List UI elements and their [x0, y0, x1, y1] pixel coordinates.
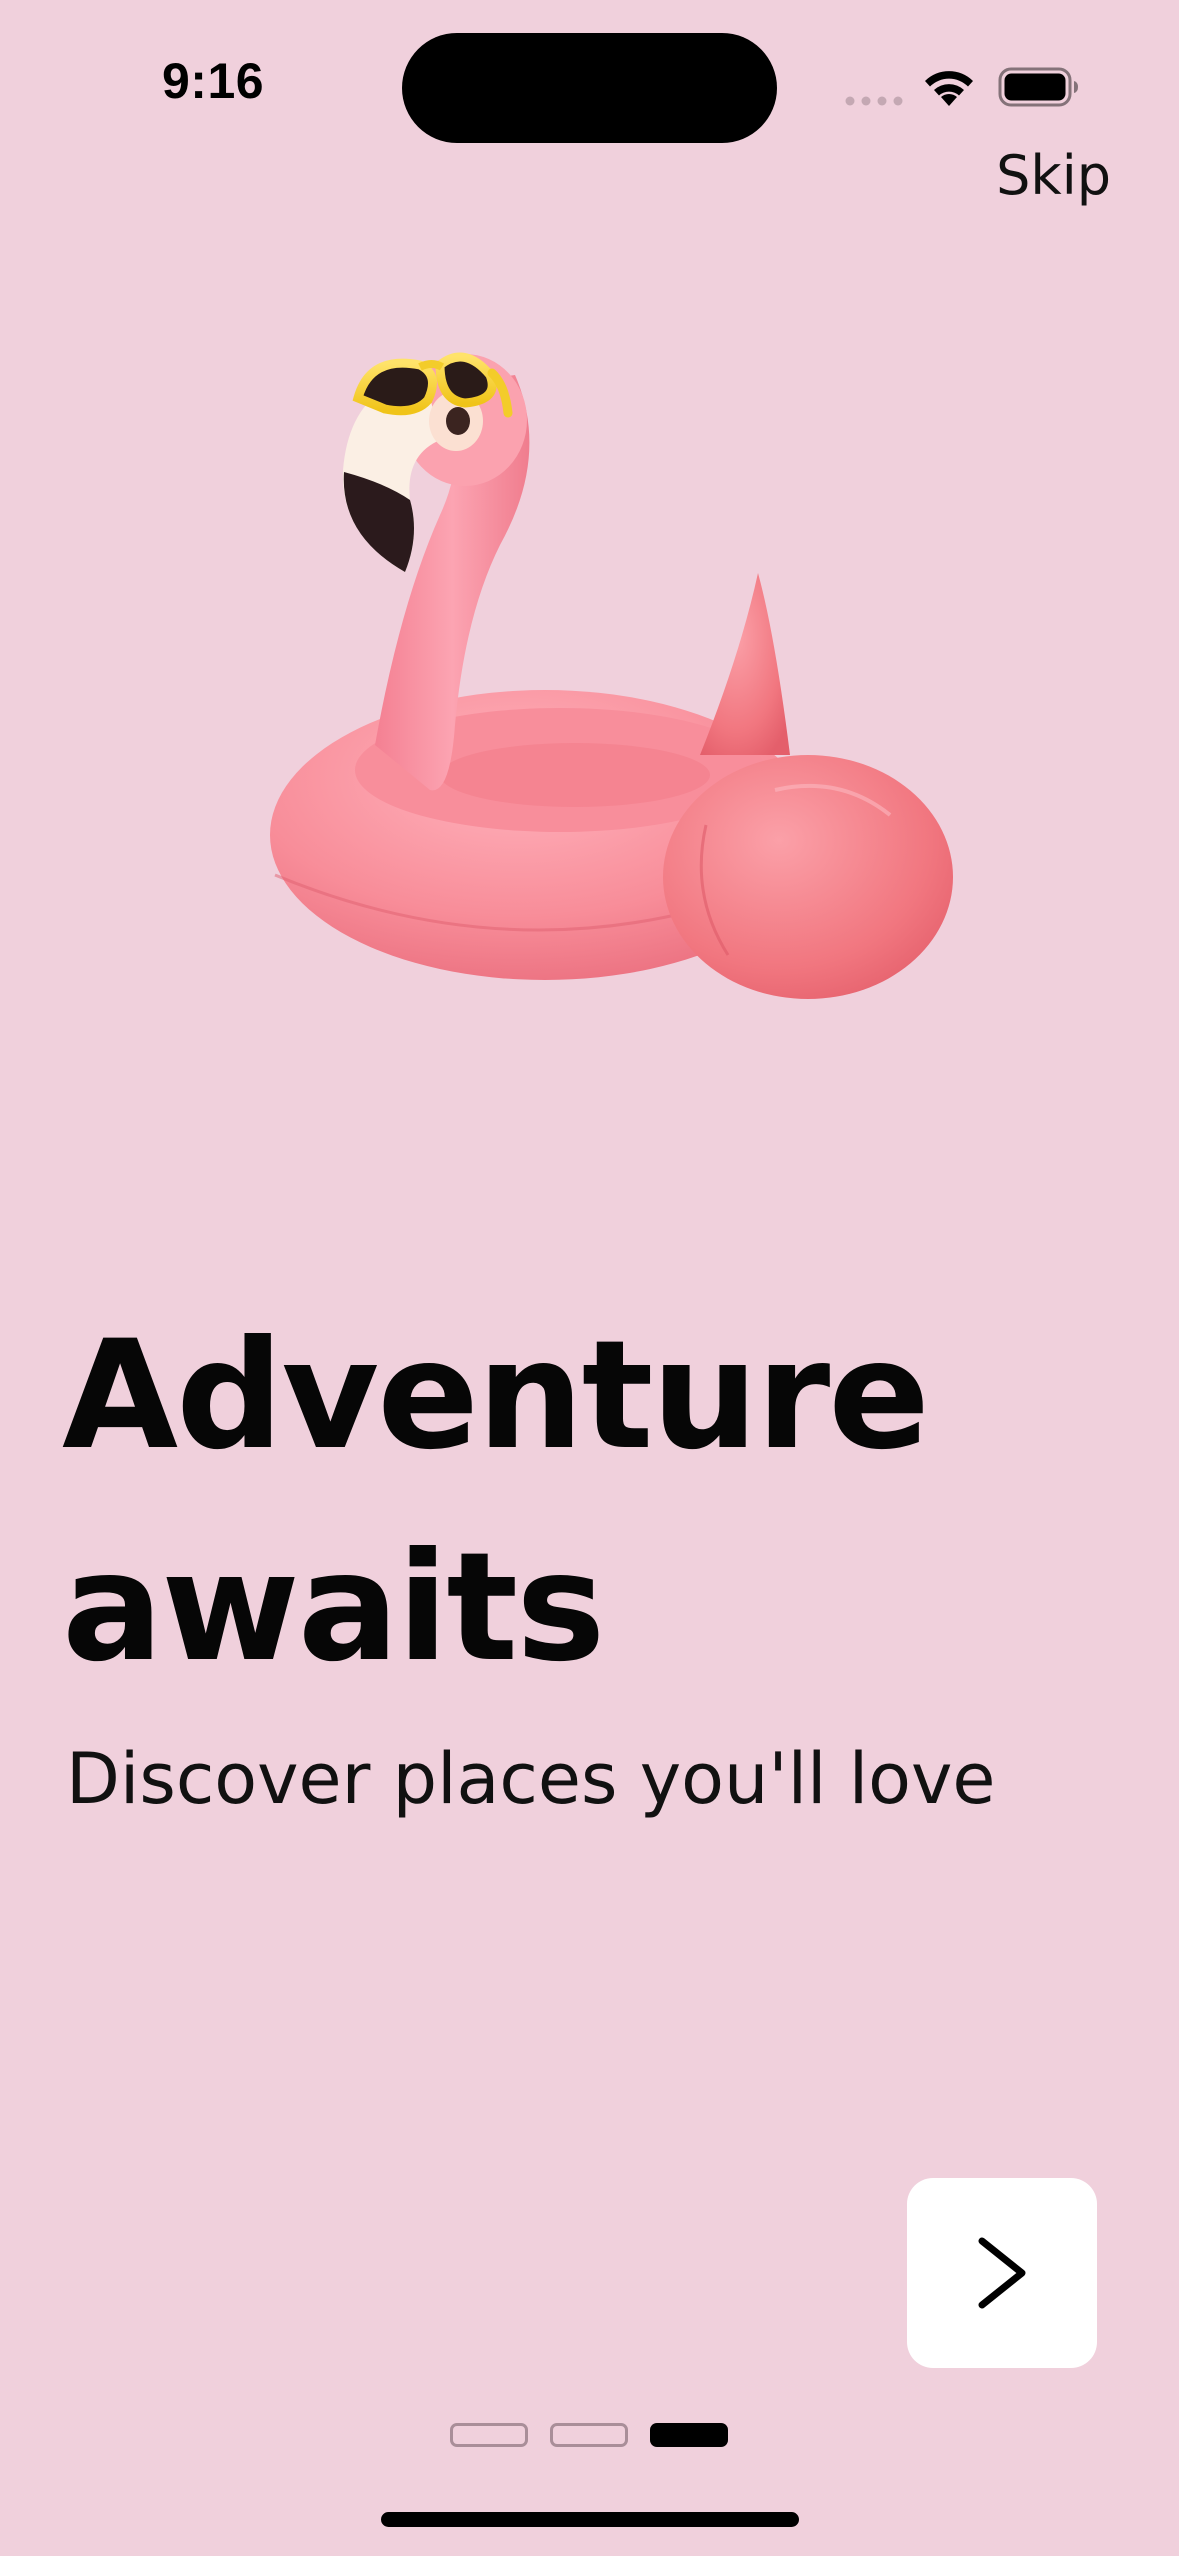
headline-line-1: Adventure: [62, 1309, 930, 1483]
skip-button[interactable]: Skip: [996, 144, 1111, 207]
onboarding-subtitle: Discover places you'll love: [66, 1738, 996, 1820]
onboarding-screen: 9:16 Skip Adventure awaits Discover plac…: [0, 0, 1179, 2556]
flamingo-float-illustration: [270, 352, 953, 999]
home-indicator[interactable]: [381, 2512, 799, 2527]
page-dot-1[interactable]: [450, 2423, 528, 2447]
wifi-icon: [925, 71, 973, 106]
cellular-signal-icon: [845, 96, 903, 106]
page-dot-3-active[interactable]: [650, 2423, 728, 2447]
page-dot-2[interactable]: [550, 2423, 628, 2447]
onboarding-headline: Adventure awaits: [62, 1290, 1062, 1714]
headline-line-2: awaits: [62, 1521, 605, 1695]
status-time: 9:16: [162, 53, 265, 109]
chevron-right-icon: [978, 2237, 1026, 2309]
next-button[interactable]: [907, 2178, 1097, 2368]
battery-icon: [998, 67, 1078, 107]
dynamic-island: [402, 33, 777, 143]
